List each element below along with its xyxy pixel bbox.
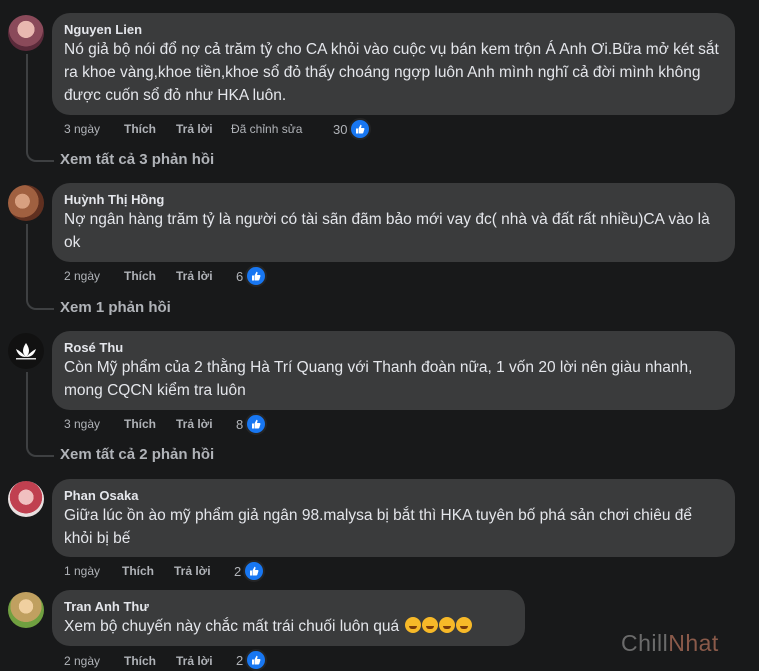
thread-line (26, 224, 54, 310)
watermark: ChillNhat (621, 630, 719, 657)
watermark-part2: Nhat (668, 630, 719, 656)
view-replies-link[interactable]: Xem 1 phản hồi (60, 299, 171, 316)
lotus-icon (16, 343, 36, 360)
comment-bubble: Phan Osaka Giữa lúc ồn ào mỹ phẩm giả ng… (52, 479, 735, 557)
comment-text: Nó giả bộ nói đổ nợ cả trăm tỷ cho CA kh… (64, 41, 724, 104)
like-button[interactable]: Thích (124, 121, 156, 137)
comment-author[interactable]: Phan Osaka (64, 487, 723, 504)
comment-time[interactable]: 3 ngày (64, 416, 100, 432)
watermark-part1: Chill (621, 630, 669, 656)
like-button[interactable]: Thích (122, 563, 154, 579)
like-icon (245, 265, 268, 287)
like-icon (243, 560, 266, 582)
comment-time[interactable]: 2 ngày (64, 653, 100, 669)
reply-button[interactable]: Trả lời (176, 268, 213, 284)
comment-author[interactable]: Tran Anh Thư (64, 598, 513, 615)
like-icon (245, 413, 268, 435)
reaction-count-number: 6 (236, 268, 244, 284)
comment-time[interactable]: 2 ngày (64, 268, 100, 284)
comment-text: Còn Mỹ phẩm của 2 thằng Hà Trí Quang với… (64, 359, 697, 399)
reaction-count-number: 2 (236, 652, 244, 668)
reply-button[interactable]: Trả lời (176, 121, 213, 137)
edited-label[interactable]: Đã chỉnh sửa (231, 121, 302, 137)
thread-line (26, 54, 54, 162)
reply-button[interactable]: Trả lời (174, 563, 211, 579)
rofl-emoji-icon (455, 617, 472, 633)
avatar[interactable] (8, 333, 44, 369)
like-button[interactable]: Thích (124, 653, 156, 669)
comment-time[interactable]: 3 ngày (64, 121, 100, 137)
view-replies-link[interactable]: Xem tất cả 3 phản hồi (60, 151, 214, 168)
reaction-count[interactable]: 2 (234, 560, 266, 582)
avatar[interactable] (8, 481, 44, 517)
comment-bubble: Huỳnh Thị Hồng Nợ ngân hàng trăm tỷ là n… (52, 183, 735, 262)
comment-text: Xem bộ chuyến này chắc mất trái chuối lu… (64, 615, 513, 638)
comment-time[interactable]: 1 ngày (64, 563, 100, 579)
like-icon (349, 118, 372, 140)
rofl-emoji-icon (421, 617, 438, 633)
comment-author[interactable]: Nguyen Lien (64, 21, 723, 38)
rofl-emoji-icon (404, 617, 421, 633)
comment-text-content: Xem bộ chuyến này chắc mất trái chuối lu… (64, 618, 400, 635)
avatar[interactable] (8, 15, 44, 51)
rofl-emoji-icon (438, 617, 455, 633)
reaction-count[interactable]: 30 (333, 118, 372, 140)
comment-author[interactable]: Rosé Thu (64, 339, 723, 356)
reaction-count[interactable]: 6 (236, 265, 268, 287)
comment-text: Nợ ngân hàng trăm tỷ là người có tài sãn… (64, 211, 715, 251)
view-replies-link[interactable]: Xem tất cả 2 phản hồi (60, 446, 214, 463)
like-button[interactable]: Thích (124, 416, 156, 432)
avatar[interactable] (8, 592, 44, 628)
comment-author[interactable]: Huỳnh Thị Hồng (64, 191, 723, 208)
comment-bubble: Rosé Thu Còn Mỹ phẩm của 2 thằng Hà Trí … (52, 331, 735, 410)
comment-bubble: Nguyen Lien Nó giả bộ nói đổ nợ cả trăm … (52, 13, 735, 115)
reaction-count-number: 30 (333, 121, 348, 137)
reaction-count[interactable]: 8 (236, 413, 268, 435)
comment-bubble: Tran Anh Thư Xem bộ chuyến này chắc mất … (52, 590, 525, 646)
like-button[interactable]: Thích (124, 268, 156, 284)
reaction-count-number: 2 (234, 563, 242, 579)
reaction-count[interactable]: 2 (236, 649, 268, 671)
comment-text: Giữa lúc ồn ào mỹ phẩm giả ngân 98.malys… (64, 507, 697, 547)
reaction-count-number: 8 (236, 416, 244, 432)
reply-button[interactable]: Trả lời (176, 653, 213, 669)
reply-button[interactable]: Trả lời (176, 416, 213, 432)
avatar[interactable] (8, 185, 44, 221)
thread-line (26, 372, 54, 457)
